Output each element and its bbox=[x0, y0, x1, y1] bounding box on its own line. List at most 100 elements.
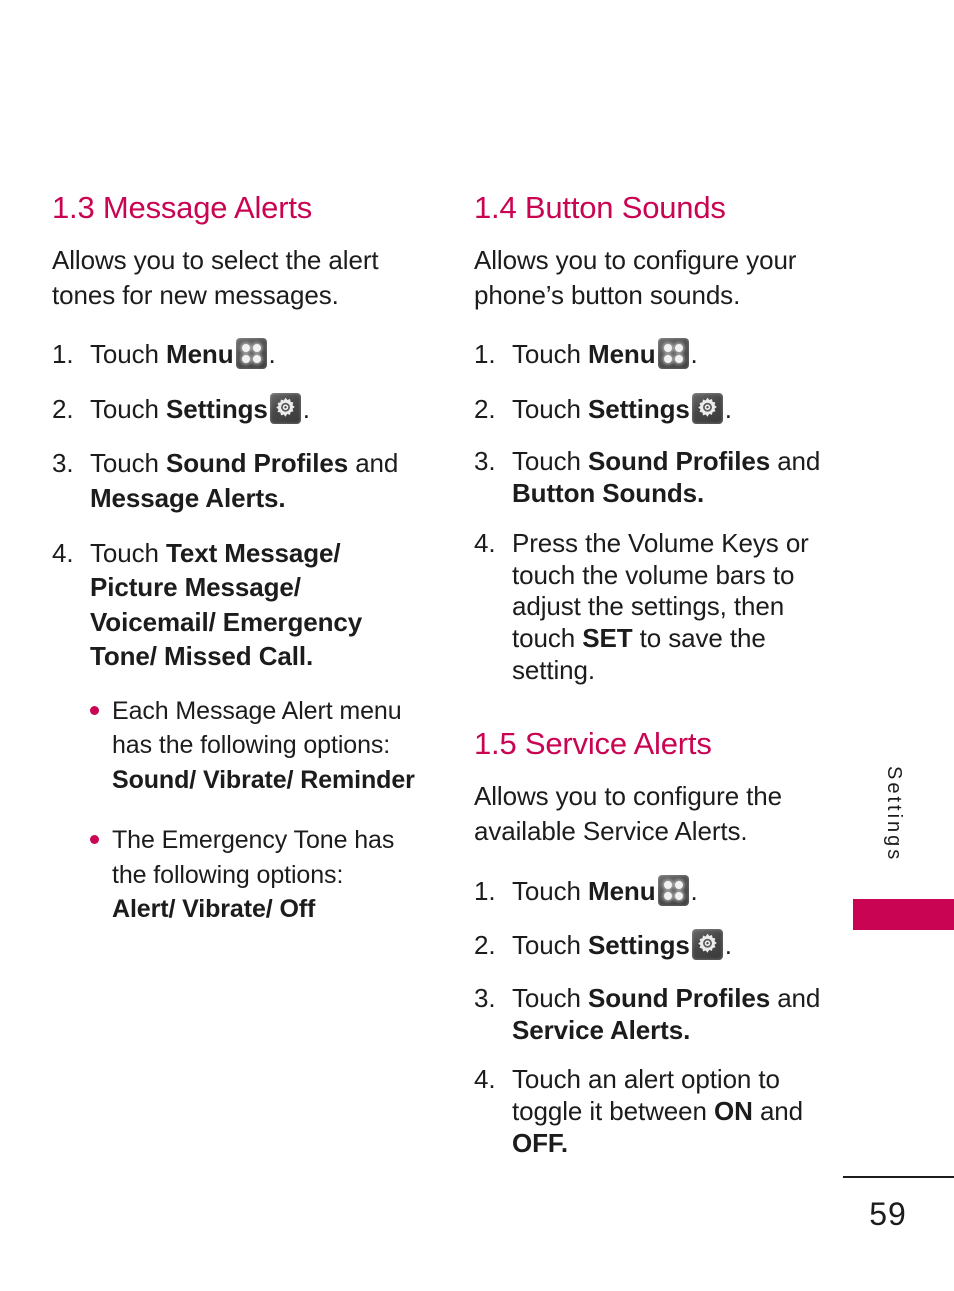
step-text-bold-2: OFF bbox=[512, 1127, 561, 1158]
step-text: Touch Settings . bbox=[512, 392, 842, 427]
step-text-pre: Touch bbox=[512, 446, 589, 477]
gear-icon bbox=[691, 929, 723, 961]
section-heading-message-alerts: 1.3 Message Alerts bbox=[52, 190, 313, 225]
step-text-bold: Menu bbox=[588, 339, 656, 370]
section-heading-service-alerts: 1.5 Service Alerts bbox=[474, 726, 712, 762]
step-text-bold-2: Service Alerts bbox=[512, 1014, 684, 1045]
step-text-pre: Touch bbox=[512, 339, 589, 370]
step-item: 3. Touch Sound Profiles and Service Aler… bbox=[474, 983, 842, 1046]
bullet-text: Each Message Alert menu has the followin… bbox=[112, 694, 430, 798]
step-text: Touch Menu. bbox=[90, 337, 430, 372]
step-text-pre: Touch bbox=[512, 930, 589, 961]
step-item: 1. Touch Menu. bbox=[52, 337, 430, 372]
step-text-pre: Touch bbox=[90, 393, 167, 424]
list-item: The Emergency Tone has the following opt… bbox=[90, 823, 430, 927]
step-text-post: . bbox=[724, 393, 732, 424]
step-text-bold: SET bbox=[582, 623, 633, 654]
bullet-text-body: The Emergency Tone has the following opt… bbox=[112, 826, 395, 889]
step-text-pre: Touch bbox=[90, 339, 167, 370]
step-text: Touch an alert option to toggle it betwe… bbox=[512, 1064, 842, 1159]
step-item: 2. Touch Settings . bbox=[52, 392, 430, 427]
step-text-post: . bbox=[268, 339, 276, 370]
bullet-text-body: Each Message Alert menu has the followin… bbox=[112, 696, 402, 760]
step-number: 2. bbox=[474, 393, 496, 424]
step-text-post: . bbox=[278, 483, 286, 513]
page-number: 59 bbox=[869, 1196, 907, 1232]
step-item: 1. Touch Menu. bbox=[474, 337, 842, 372]
step-number: 1. bbox=[474, 875, 496, 906]
step-item: 2. Touch Settings . bbox=[474, 392, 842, 427]
step-text-bold: Menu bbox=[588, 875, 656, 906]
section-heading-button-sounds: 1.4 Button Sounds bbox=[474, 190, 726, 225]
step-number: 1. bbox=[474, 339, 496, 370]
footer-divider bbox=[843, 1176, 954, 1178]
step-text-post: . bbox=[305, 641, 314, 672]
step-text-mid: and bbox=[752, 1096, 804, 1127]
side-tab-marker bbox=[853, 899, 954, 930]
step-text-bold: Menu bbox=[166, 339, 234, 370]
menu-grid-icon bbox=[657, 874, 689, 906]
step-text-pre: Touch bbox=[90, 448, 167, 479]
step-text-pre: Touch bbox=[90, 537, 167, 568]
step-number: 4. bbox=[52, 537, 74, 568]
step-text-mid: and bbox=[770, 446, 821, 477]
step-text-pre: Touch bbox=[512, 982, 589, 1013]
left-column: 1.3 Message Alerts Allows you to select … bbox=[52, 190, 430, 953]
step-text: Touch Sound Profiles and Message Alerts. bbox=[90, 446, 430, 515]
step-text: Touch Settings . bbox=[90, 392, 430, 427]
bullet-dot-icon bbox=[90, 823, 112, 927]
step-text: Touch Sound Profiles and Button Sounds. bbox=[512, 446, 842, 509]
intro-paragraph-button-sounds: Allows you to configure your phone’s but… bbox=[474, 244, 797, 310]
right-column: 1.4 Button Sounds Allows you to configur… bbox=[474, 190, 842, 1179]
step-number: 1. bbox=[52, 339, 74, 370]
step-text-post: . bbox=[683, 1014, 691, 1045]
step-text-mid: and bbox=[348, 448, 399, 479]
step-text-bold-2: Message Alerts bbox=[90, 483, 279, 513]
step-number: 2. bbox=[52, 393, 74, 424]
step-text-bold: ON bbox=[714, 1096, 753, 1127]
step-text-bold: Settings bbox=[166, 393, 268, 424]
step-text: Touch Menu. bbox=[512, 337, 842, 372]
bullet-text: The Emergency Tone has the following opt… bbox=[112, 823, 430, 927]
intro-paragraph-service-alerts: Allows you to configure the available Se… bbox=[474, 781, 783, 847]
step-text-post: . bbox=[697, 478, 705, 509]
step-text-bold-2: Button Sounds bbox=[512, 478, 697, 509]
step-text: Touch Sound Profiles and Service Alerts. bbox=[512, 983, 842, 1046]
step-item: 2. Touch Settings . bbox=[474, 928, 842, 963]
step-number: 4. bbox=[474, 527, 496, 558]
step-text-post: . bbox=[690, 875, 698, 906]
step-text-post: . bbox=[724, 930, 732, 961]
step-item: 4. Touch Text Message/ Picture Message/ … bbox=[52, 536, 430, 674]
step-item: 4. Touch an alert option to toggle it be… bbox=[474, 1064, 842, 1159]
step-text: Touch Text Message/ Picture Message/ Voi… bbox=[90, 536, 430, 674]
bullet-dot-icon bbox=[90, 694, 112, 798]
step-text-pre: Touch bbox=[512, 393, 589, 424]
list-item: Each Message Alert menu has the followin… bbox=[90, 694, 430, 798]
step-number: 4. bbox=[474, 1064, 496, 1095]
step-text-bold: Sound Profiles bbox=[588, 982, 771, 1013]
step-text-bold: Settings bbox=[588, 393, 690, 424]
step-text-mid: and bbox=[770, 982, 821, 1013]
side-tab-label: Settings bbox=[883, 766, 905, 863]
step-text: Press the Volume Keys or touch the volum… bbox=[512, 528, 842, 687]
step-item: 3. Touch Sound Profiles and Button Sound… bbox=[474, 446, 842, 509]
menu-grid-icon bbox=[657, 338, 689, 370]
step-text: Touch Settings . bbox=[512, 928, 842, 963]
gear-icon bbox=[269, 392, 301, 424]
manual-page: 1.3 Message Alerts Allows you to select … bbox=[0, 0, 954, 1291]
step-text-bold: Settings bbox=[588, 930, 690, 961]
bullet-text-bold: Alert/ Vibrate/ Off bbox=[112, 895, 316, 924]
step-number: 3. bbox=[474, 446, 496, 477]
step-number: 3. bbox=[52, 448, 74, 479]
step-text: Touch Menu. bbox=[512, 874, 842, 909]
step-number: 3. bbox=[474, 982, 496, 1013]
step-item: 3. Touch Sound Profiles and Message Aler… bbox=[52, 446, 430, 515]
intro-paragraph-message-alerts: Allows you to select the alert tones for… bbox=[52, 244, 379, 310]
step-text-post: . bbox=[560, 1127, 568, 1158]
gear-icon bbox=[691, 392, 723, 424]
bullet-text-bold: Sound/ Vibrate/ Reminder bbox=[112, 765, 415, 794]
step-text-bold: Sound Profiles bbox=[588, 446, 771, 477]
step-text-post: . bbox=[690, 339, 698, 370]
step-number: 2. bbox=[474, 930, 496, 961]
step-item: 1. Touch Menu. bbox=[474, 874, 842, 909]
